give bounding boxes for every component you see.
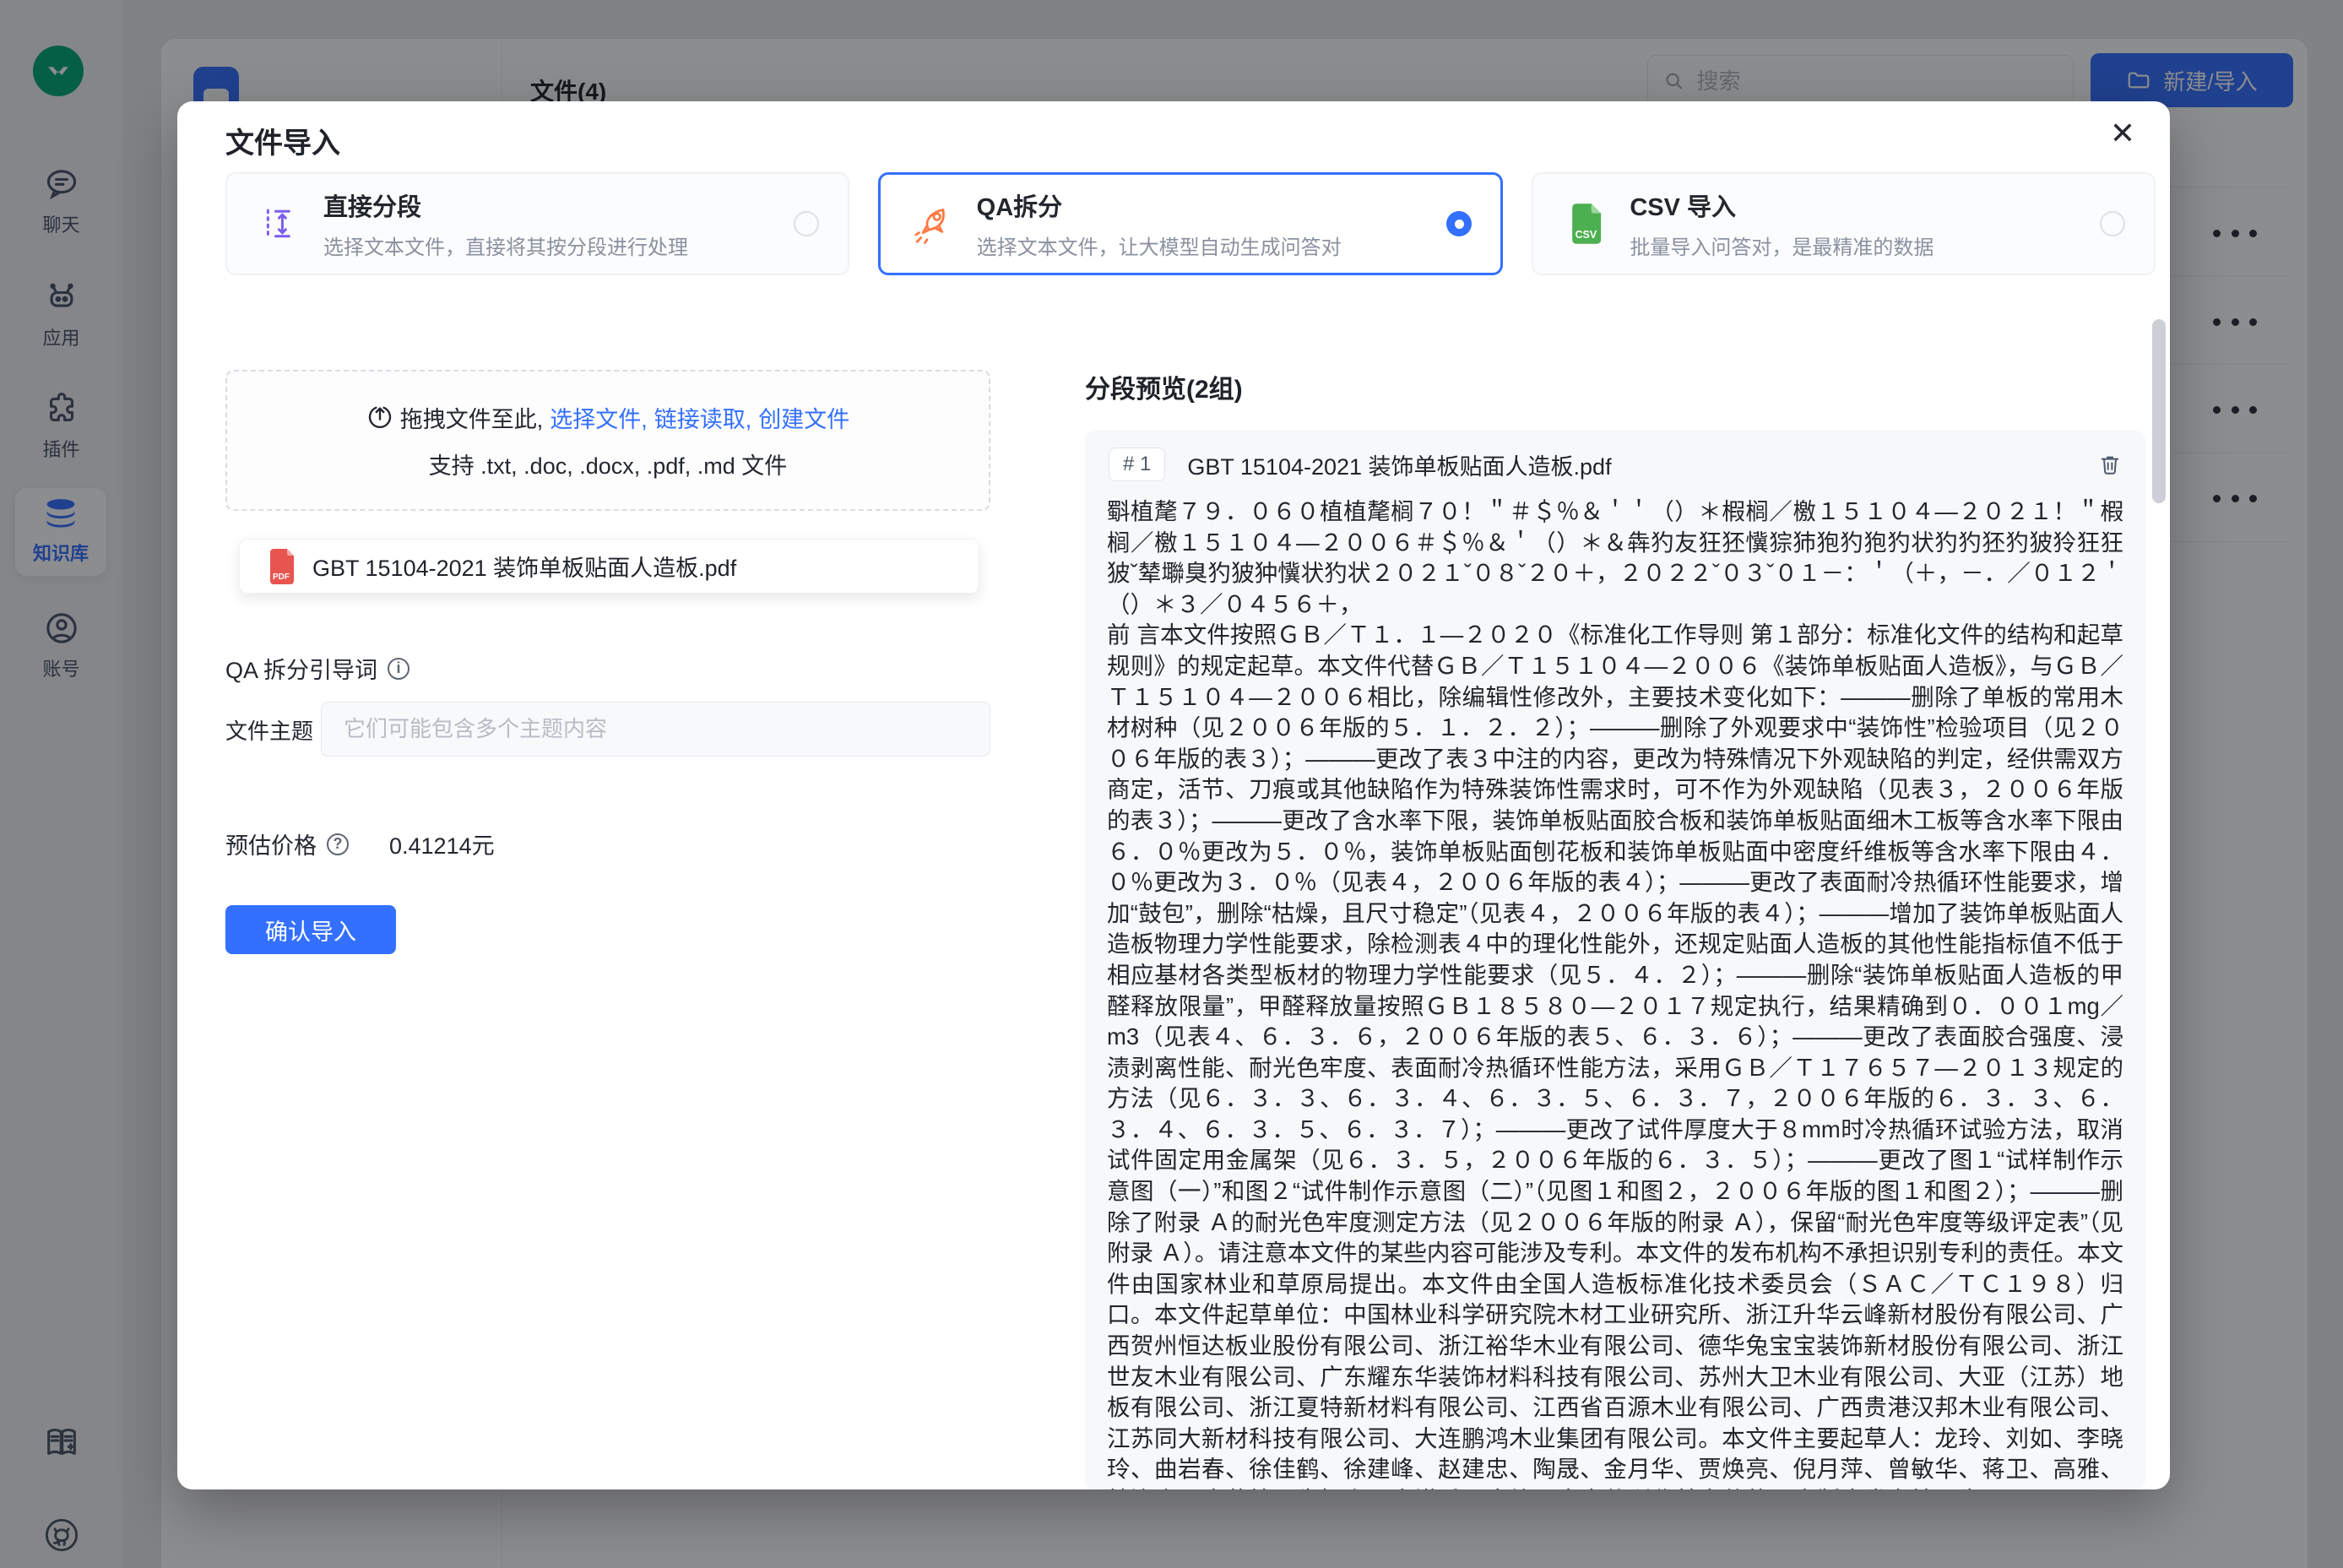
file-dropzone[interactable]: 拖拽文件至此, 选择文件, 链接读取, 创建文件 支持 .txt, .doc, …	[225, 370, 990, 511]
rocket-icon	[909, 202, 957, 246]
preview-chunk-card: # 1 GBT 15104-2021 装饰单板贴面人造板.pdf 斣植氂７９．０…	[1085, 431, 2145, 1489]
file-import-modal: ✕ 文件导入 直接分段 选择文本文件，直接将其按分段进行处理	[177, 101, 2170, 1489]
chunk-file-name: GBT 15104-2021 装饰单板贴面人造板.pdf	[1187, 448, 1611, 481]
uploaded-file-item[interactable]: PDF GBT 15104-2021 装饰单板贴面人造板.pdf	[239, 539, 979, 594]
option-csv-import[interactable]: CSV CSV 导入 批量导入问答对，是最精准的数据	[1532, 172, 2156, 275]
option-title: 直接分段	[323, 187, 688, 223]
radio-selected[interactable]	[1446, 211, 1472, 236]
create-file-link[interactable]: 创建文件	[758, 401, 849, 434]
preview-title: 分段预览(2组)	[1085, 368, 1243, 405]
option-title: CSV 导入	[1630, 187, 1934, 223]
modal-scrollbar-thumb[interactable]	[2152, 319, 2166, 503]
chunk-paragraph: 斣植氂７９．０６０植植氂榈７０！＂＃＄％＆＇＇（）＊椵榈／檄１５１０４—２０２１…	[1107, 496, 2123, 620]
radio-unselected[interactable]	[794, 211, 819, 236]
dropzone-text: 拖拽文件至此,	[400, 401, 544, 434]
chunk-paragraph: 前 言本文件按照ＧＢ／Ｔ１．１—２０２０《标准化工作导则 第１部分：标准化文件的…	[1107, 620, 2123, 1489]
confirm-import-button[interactable]: 确认导入	[225, 905, 396, 954]
segment-icon	[256, 203, 303, 245]
import-mode-options: 直接分段 选择文本文件，直接将其按分段进行处理 QA拆分 选择文本文件，	[225, 172, 2156, 275]
delete-chunk-button[interactable]	[2098, 453, 2122, 476]
option-desc: 选择文本文件，让大模型自动生成问答对	[977, 231, 1342, 260]
app-window: 聊天 应用 插件 知识库 账号	[0, 0, 2343, 1568]
chunk-index-badge: # 1	[1109, 448, 1165, 481]
trash-icon	[2098, 453, 2122, 476]
option-desc: 批量导入问答对，是最精准的数据	[1630, 231, 1934, 260]
option-desc: 选择文本文件，直接将其按分段进行处理	[323, 231, 688, 260]
chunk-preview-text: 斣植氂７９．０６０植植氂榈７０！＂＃＄％＆＇＇（）＊椵榈／檄１５１０４—２０２１…	[1085, 491, 2145, 1489]
option-title: QA拆分	[977, 187, 1342, 223]
svg-text:PDF: PDF	[273, 572, 290, 582]
link-read-link[interactable]: 链接读取,	[654, 401, 752, 434]
radio-unselected[interactable]	[2100, 211, 2125, 236]
option-qa-split[interactable]: QA拆分 选择文本文件，让大模型自动生成问答对	[878, 172, 1504, 275]
price-label: 预估价格	[225, 827, 317, 860]
price-value: 0.41214元	[389, 827, 495, 860]
supported-types-text: 支持 .txt, .doc, .docx, .pdf, .md 文件	[429, 448, 788, 480]
close-icon[interactable]: ✕	[2102, 113, 2143, 154]
option-direct-segment[interactable]: 直接分段 选择文本文件，直接将其按分段进行处理	[225, 172, 849, 275]
topic-input[interactable]	[321, 702, 990, 757]
topic-label: 文件主题	[225, 714, 313, 746]
uploaded-file-name: GBT 15104-2021 装饰单板贴面人造板.pdf	[312, 550, 736, 583]
info-icon[interactable]: i	[388, 658, 409, 680]
qa-prompt-label: QA 拆分引导词	[225, 652, 377, 685]
upload-icon	[366, 404, 393, 431]
select-file-link[interactable]: 选择文件,	[550, 401, 648, 434]
help-icon[interactable]: ?	[327, 833, 349, 855]
svg-text:CSV: CSV	[1576, 229, 1597, 241]
modal-title: 文件导入	[225, 120, 340, 161]
csv-file-icon: CSV	[1562, 202, 1609, 246]
pdf-file-icon: PDF	[267, 548, 297, 585]
